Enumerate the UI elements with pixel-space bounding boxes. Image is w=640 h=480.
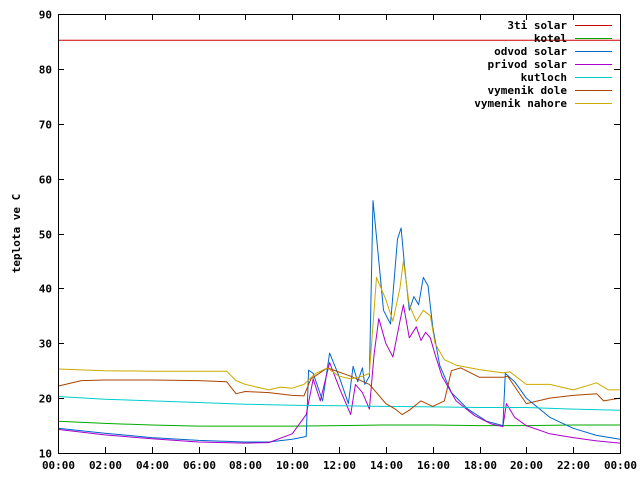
series-line-privod-solar bbox=[57, 304, 621, 444]
legend-label: vymenik nahore bbox=[474, 97, 567, 110]
legend-label: kotel bbox=[534, 32, 567, 45]
x-tick-label: 16:00 bbox=[417, 459, 450, 472]
series-line-vymenik-nahore bbox=[57, 260, 620, 391]
x-tick-label: 10:00 bbox=[276, 459, 309, 472]
x-tick-label: 22:00 bbox=[557, 459, 590, 472]
series-line-kotel bbox=[57, 420, 620, 427]
series-line-kutloch bbox=[57, 396, 621, 411]
y-tick-label: 40 bbox=[39, 283, 52, 296]
x-tick-label: 20:00 bbox=[510, 459, 543, 472]
legend: 3ti solarkotelodvod solarprivod solarkut… bbox=[474, 19, 612, 110]
y-tick-label: 50 bbox=[39, 229, 52, 242]
y-tick-label: 20 bbox=[39, 393, 52, 406]
legend-label: 3ti solar bbox=[507, 19, 567, 32]
x-tick-label: 12:00 bbox=[323, 459, 356, 472]
x-tick-label: 06:00 bbox=[183, 459, 216, 472]
x-tick-label: 02:00 bbox=[89, 459, 122, 472]
y-axis-label: teplota ve C bbox=[10, 194, 23, 273]
temperature-line-chart: 10203040506070809000:00 02:00 04:00 06:00 08… bbox=[10, 9, 637, 473]
x-tick-label: 00:00 bbox=[604, 459, 637, 472]
y-tick-label: 60 bbox=[39, 174, 52, 187]
y-tick-label: 70 bbox=[39, 119, 52, 132]
x-tick-label: 14:00 bbox=[370, 459, 403, 472]
y-tick-label: 80 bbox=[39, 64, 52, 77]
x-tick-label: 00:00 bbox=[42, 459, 75, 472]
y-tick-label: 30 bbox=[39, 338, 52, 351]
legend-label: vymenik dole bbox=[488, 84, 568, 97]
x-tick-label: 08:00 bbox=[229, 459, 262, 472]
legend-label: privod solar bbox=[488, 58, 568, 71]
legend-label: odvod solar bbox=[494, 45, 567, 58]
x-tick-label: 18:00 bbox=[464, 459, 497, 472]
x-tick-label: 04:00 bbox=[136, 459, 169, 472]
legend-label: kutloch bbox=[521, 71, 567, 84]
y-tick-label: 90 bbox=[39, 9, 52, 22]
